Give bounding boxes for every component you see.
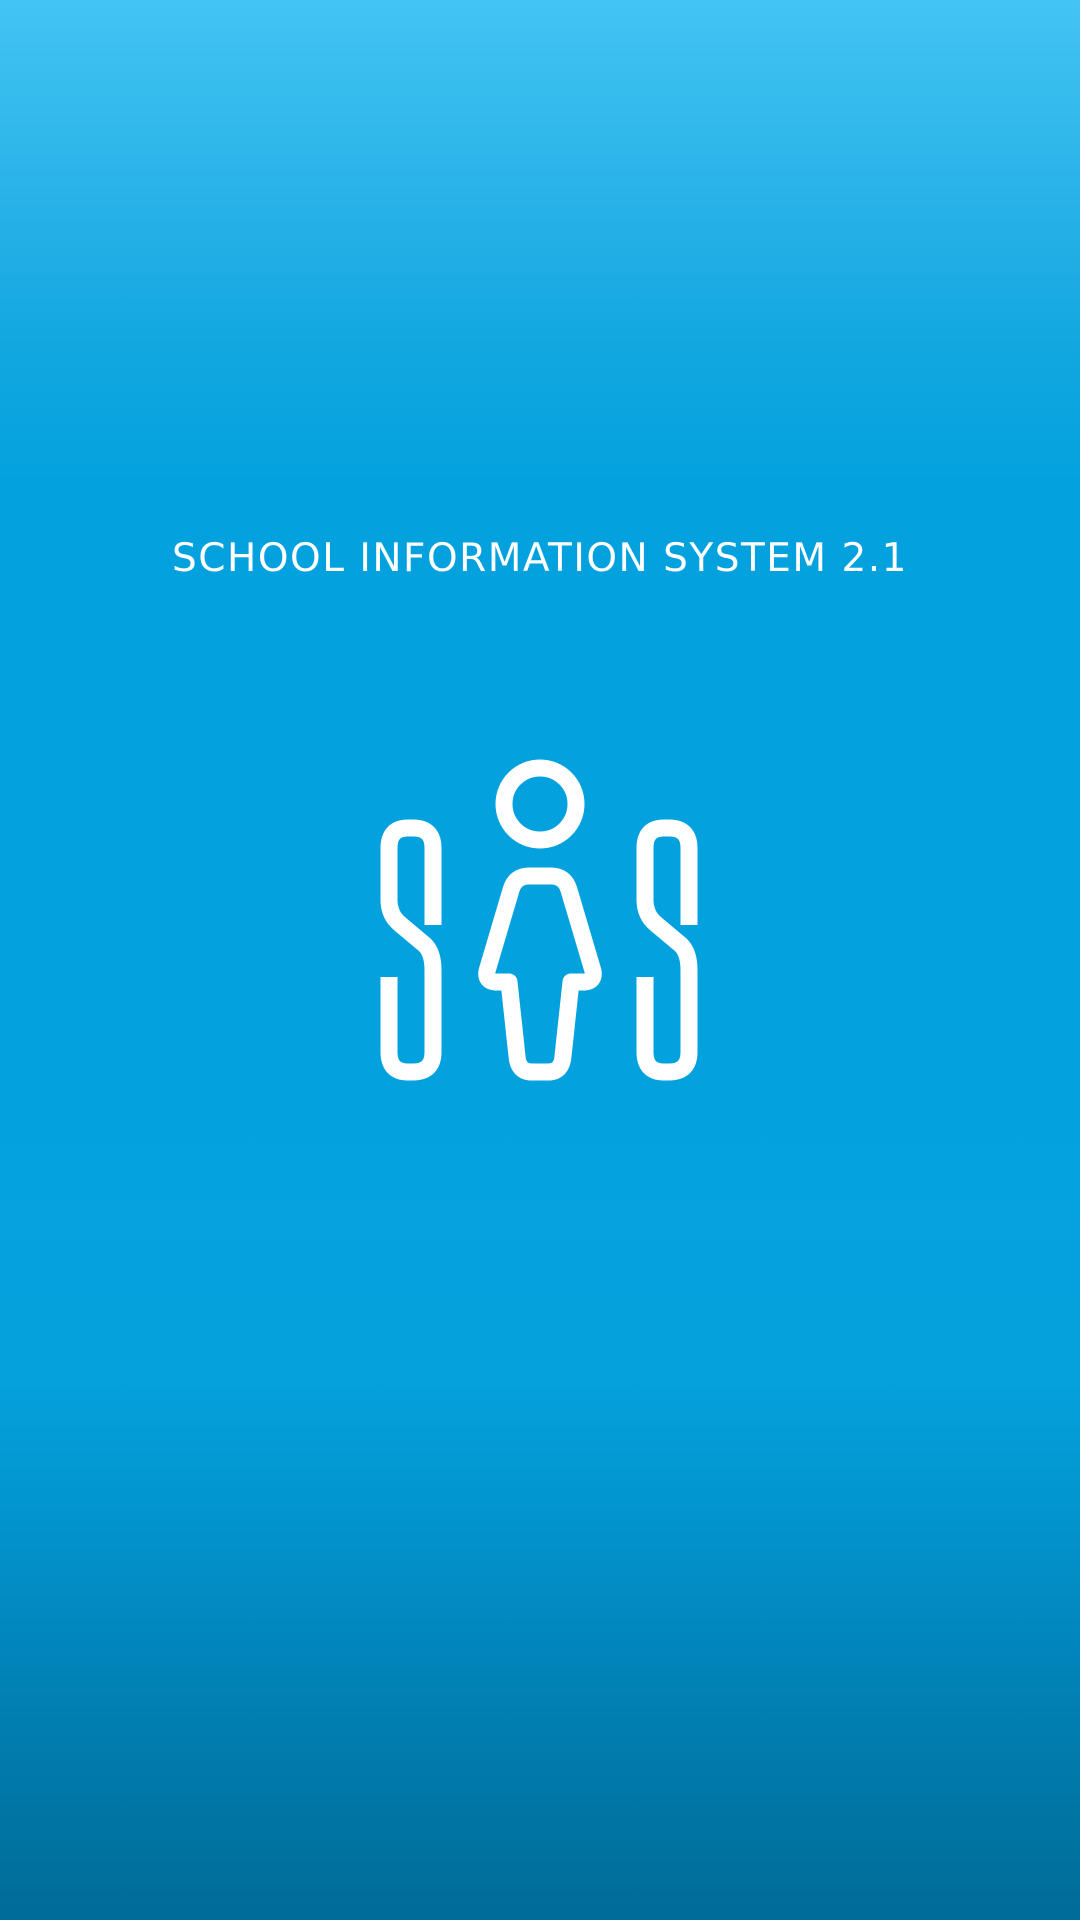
splash-screen: SCHOOL INFORMATION SYSTEM 2.1 <box>0 0 1080 1920</box>
app-title: SCHOOL INFORMATION SYSTEM 2.1 <box>172 536 908 581</box>
sis-person-logo-icon <box>370 750 710 1090</box>
